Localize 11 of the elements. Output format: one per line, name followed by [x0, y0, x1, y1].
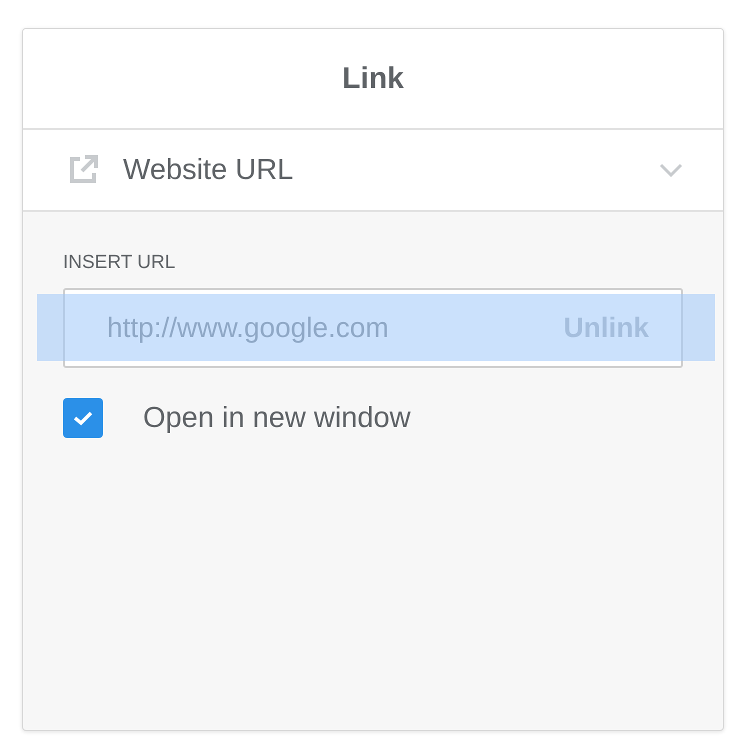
- new-window-option[interactable]: Open in new window: [63, 398, 683, 438]
- field-label: INSERT URL: [63, 252, 176, 274]
- url-input[interactable]: http://www.google.com: [105, 311, 564, 345]
- external-link-icon: [67, 154, 99, 186]
- checkbox-label: Open in new window: [143, 402, 411, 434]
- link-type-dropdown[interactable]: Website URL: [23, 130, 723, 212]
- checkmark-icon: [73, 410, 93, 426]
- dialog-title: Link: [342, 62, 404, 96]
- checkbox[interactable]: [63, 398, 103, 438]
- link-type-label: Website URL: [123, 154, 294, 186]
- chevron-icon: [659, 163, 683, 177]
